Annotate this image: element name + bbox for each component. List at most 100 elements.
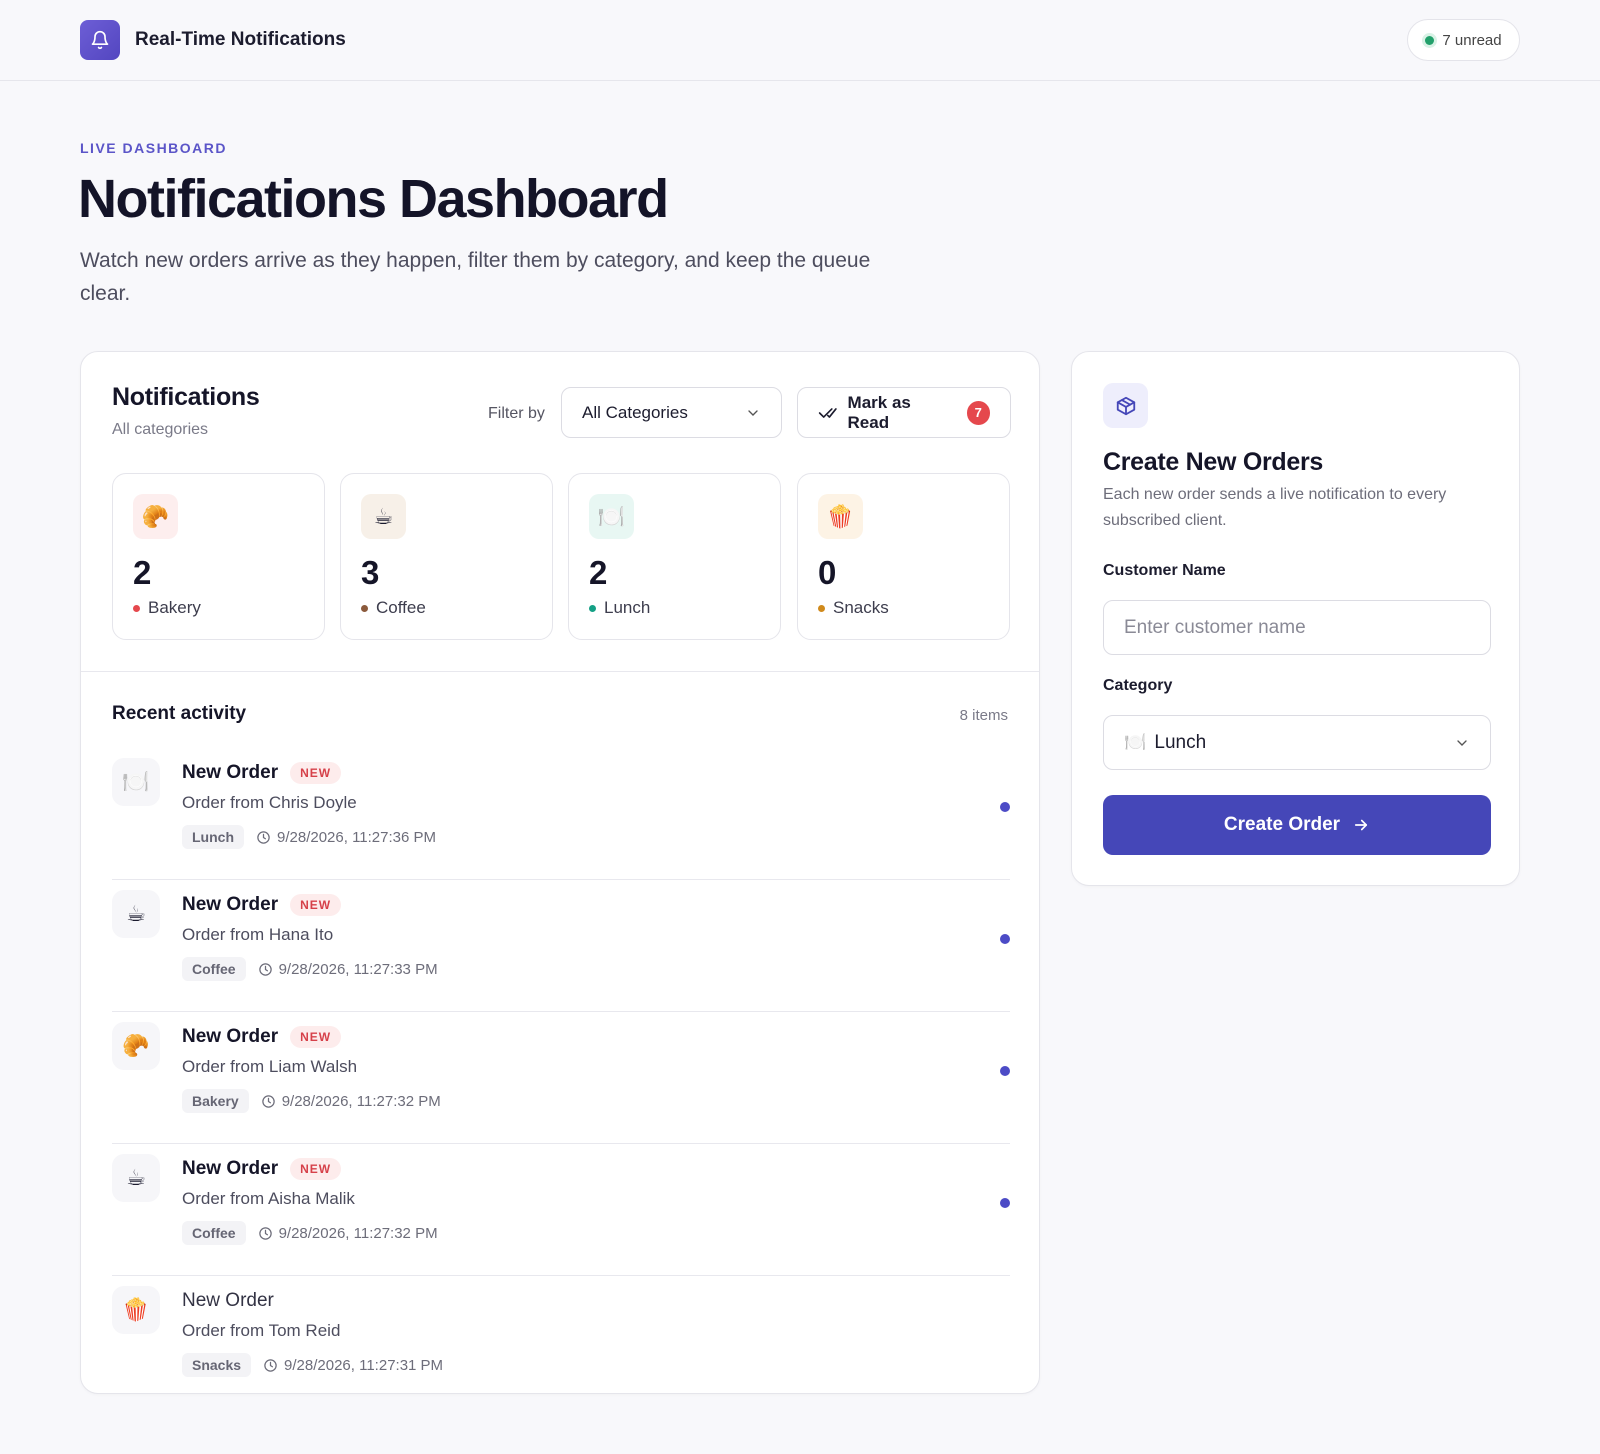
activity-title-row: New Order	[182, 1290, 274, 1312]
activity-title-row: New Order NEW	[182, 894, 342, 916]
category-filter-value: All Categories	[582, 402, 688, 422]
activity-time: 9/28/2026, 11:27:36 PM	[256, 829, 436, 846]
clock-icon	[261, 1094, 275, 1108]
double-check-icon	[818, 407, 837, 418]
croissant-icon: 🥐	[112, 1022, 160, 1070]
activity-item[interactable]: ☕ New Order NEW Order from Hana Ito Coffee 9/…	[112, 880, 1010, 1012]
chevron-down-icon	[1457, 739, 1467, 746]
section-divider	[81, 671, 1039, 672]
recent-activity-title: Recent activity	[112, 703, 247, 724]
activity-title: New Order	[182, 1158, 279, 1179]
timestamp: 9/28/2026, 11:27:36 PM	[277, 828, 437, 846]
mark-read-count-badge: 7	[966, 400, 990, 425]
online-dot-icon	[1425, 35, 1435, 45]
activity-item[interactable]: 🥐 New Order NEW Order from Liam Walsh Bakery…	[112, 1012, 1010, 1144]
activity-title: New Order	[182, 894, 279, 915]
eyebrow-label: LIVE DASHBOARD	[80, 140, 228, 156]
stat-count: 2	[133, 554, 152, 591]
stat-label-row: Snacks	[818, 598, 889, 618]
activity-meta: Lunch 9/28/2026, 11:27:36 PM	[182, 825, 436, 849]
activity-item[interactable]: 🍿 New Order Order from Tom Reid Snacks 9/28/…	[112, 1276, 1010, 1393]
timestamp: 9/28/2026, 11:27:32 PM	[278, 1224, 438, 1242]
coffee-icon: ☕	[361, 494, 406, 539]
customer-name-label: Customer Name	[1103, 562, 1226, 579]
stat-label: Coffee	[376, 598, 426, 617]
plate-icon: 🍽️	[112, 758, 160, 806]
create-order-title: Create New Orders	[1103, 448, 1323, 476]
stat-count: 3	[361, 554, 380, 591]
new-badge: NEW	[290, 762, 342, 784]
activity-meta: Coffee 9/28/2026, 11:27:32 PM	[182, 1221, 438, 1245]
stat-card-snacks: 🍿 0 Snacks	[797, 473, 1010, 640]
popcorn-icon: 🍿	[818, 494, 863, 539]
activity-title-row: New Order NEW	[182, 1158, 342, 1180]
activity-title: New Order	[182, 1290, 274, 1311]
clock-icon	[264, 1358, 277, 1372]
category-dot-icon	[818, 604, 825, 612]
activity-description: Order from Liam Walsh	[182, 1057, 358, 1076]
filter-label: Filter by	[488, 405, 545, 422]
activity-meta: Bakery 9/28/2026, 11:27:32 PM	[182, 1089, 441, 1113]
category-chip: Lunch	[182, 825, 244, 849]
page-subtitle: Watch new orders arrive as they happen, …	[80, 249, 871, 305]
unread-count-label: 7 unread	[1442, 31, 1502, 49]
category-chip: Snacks	[182, 1353, 252, 1377]
unread-status-pill: 7 unread	[1407, 19, 1520, 61]
activity-description: Order from Tom Reid	[182, 1321, 341, 1340]
items-count: 8 items	[959, 707, 1008, 724]
create-order-subtitle: Each new order sends a live notification…	[1103, 486, 1447, 529]
category-label: Category	[1103, 677, 1173, 694]
activity-description: Order from Hana Ito	[182, 925, 334, 944]
arrow-right-icon	[1355, 819, 1368, 831]
activity-title-row: New Order NEW	[182, 1026, 342, 1048]
notifications-title: Notifications	[112, 383, 260, 411]
unread-dot-icon	[1000, 1066, 1010, 1076]
plate-icon: 🍽️	[1124, 732, 1147, 752]
activity-meta: Coffee 9/28/2026, 11:27:33 PM	[182, 957, 438, 981]
activity-time: 9/28/2026, 11:27:32 PM	[261, 1093, 441, 1110]
category-chip: Coffee	[182, 957, 246, 981]
new-badge: NEW	[290, 1026, 342, 1048]
timestamp: 9/28/2026, 11:27:33 PM	[278, 960, 438, 978]
create-order-card: Create New Orders Each new order sends a…	[1071, 351, 1520, 886]
category-filter-select[interactable]: All Categories	[561, 387, 782, 438]
coffee-icon: ☕	[112, 890, 160, 938]
activity-description: Order from Chris Doyle	[182, 793, 357, 812]
create-order-button[interactable]: Create Order	[1103, 795, 1491, 855]
clock-icon	[257, 830, 270, 844]
activity-description: Order from Aisha Malik	[182, 1189, 355, 1208]
top-bar: Real-Time Notifications 7 unread	[0, 0, 1600, 81]
customer-name-input[interactable]	[1103, 600, 1491, 655]
activity-item[interactable]: ☕ New Order NEW Order from Aisha Malik Coffe…	[112, 1144, 1010, 1276]
stat-label-row: Bakery	[133, 598, 201, 618]
mark-as-read-button[interactable]: Mark as Read 7	[797, 387, 1011, 438]
stat-card-lunch: 🍽️ 2 Lunch	[568, 473, 781, 640]
notifications-card: Notifications All categories Filter by A…	[80, 351, 1040, 1394]
new-badge: NEW	[290, 894, 342, 916]
mark-as-read-label: Mark as Read	[847, 392, 911, 432]
create-order-button-label: Create Order	[1223, 814, 1341, 835]
timestamp: 9/28/2026, 11:27:31 PM	[284, 1356, 444, 1374]
category-select-value: Lunch	[1154, 731, 1207, 753]
activity-title: New Order	[182, 1026, 279, 1047]
stat-label: Bakery	[148, 598, 201, 617]
croissant-icon: 🥐	[133, 494, 178, 539]
activity-time: 9/28/2026, 11:27:33 PM	[258, 961, 438, 978]
unread-dot-icon	[1000, 934, 1010, 944]
activity-title-row: New Order NEW	[182, 762, 342, 784]
category-select[interactable]: 🍽️ Lunch	[1103, 715, 1491, 770]
notifications-subtitle: All categories	[112, 421, 209, 438]
clock-icon	[258, 962, 272, 976]
activity-title: New Order	[182, 762, 279, 783]
stat-label: Snacks	[833, 598, 889, 617]
activity-item[interactable]: 🍽️ New Order NEW Order from Chris Doyle Lunc…	[112, 748, 1010, 880]
app-title: Real-Time Notifications	[135, 29, 346, 50]
activity-time: 9/28/2026, 11:27:31 PM	[263, 1357, 443, 1374]
stat-label-row: Coffee	[361, 598, 426, 618]
stat-label-row: Lunch	[589, 598, 650, 618]
category-chip: Coffee	[182, 1221, 246, 1245]
timestamp: 9/28/2026, 11:27:32 PM	[281, 1092, 441, 1110]
category-dot-icon	[361, 604, 368, 612]
stat-count: 2	[589, 554, 608, 591]
chevron-down-icon	[748, 409, 758, 416]
